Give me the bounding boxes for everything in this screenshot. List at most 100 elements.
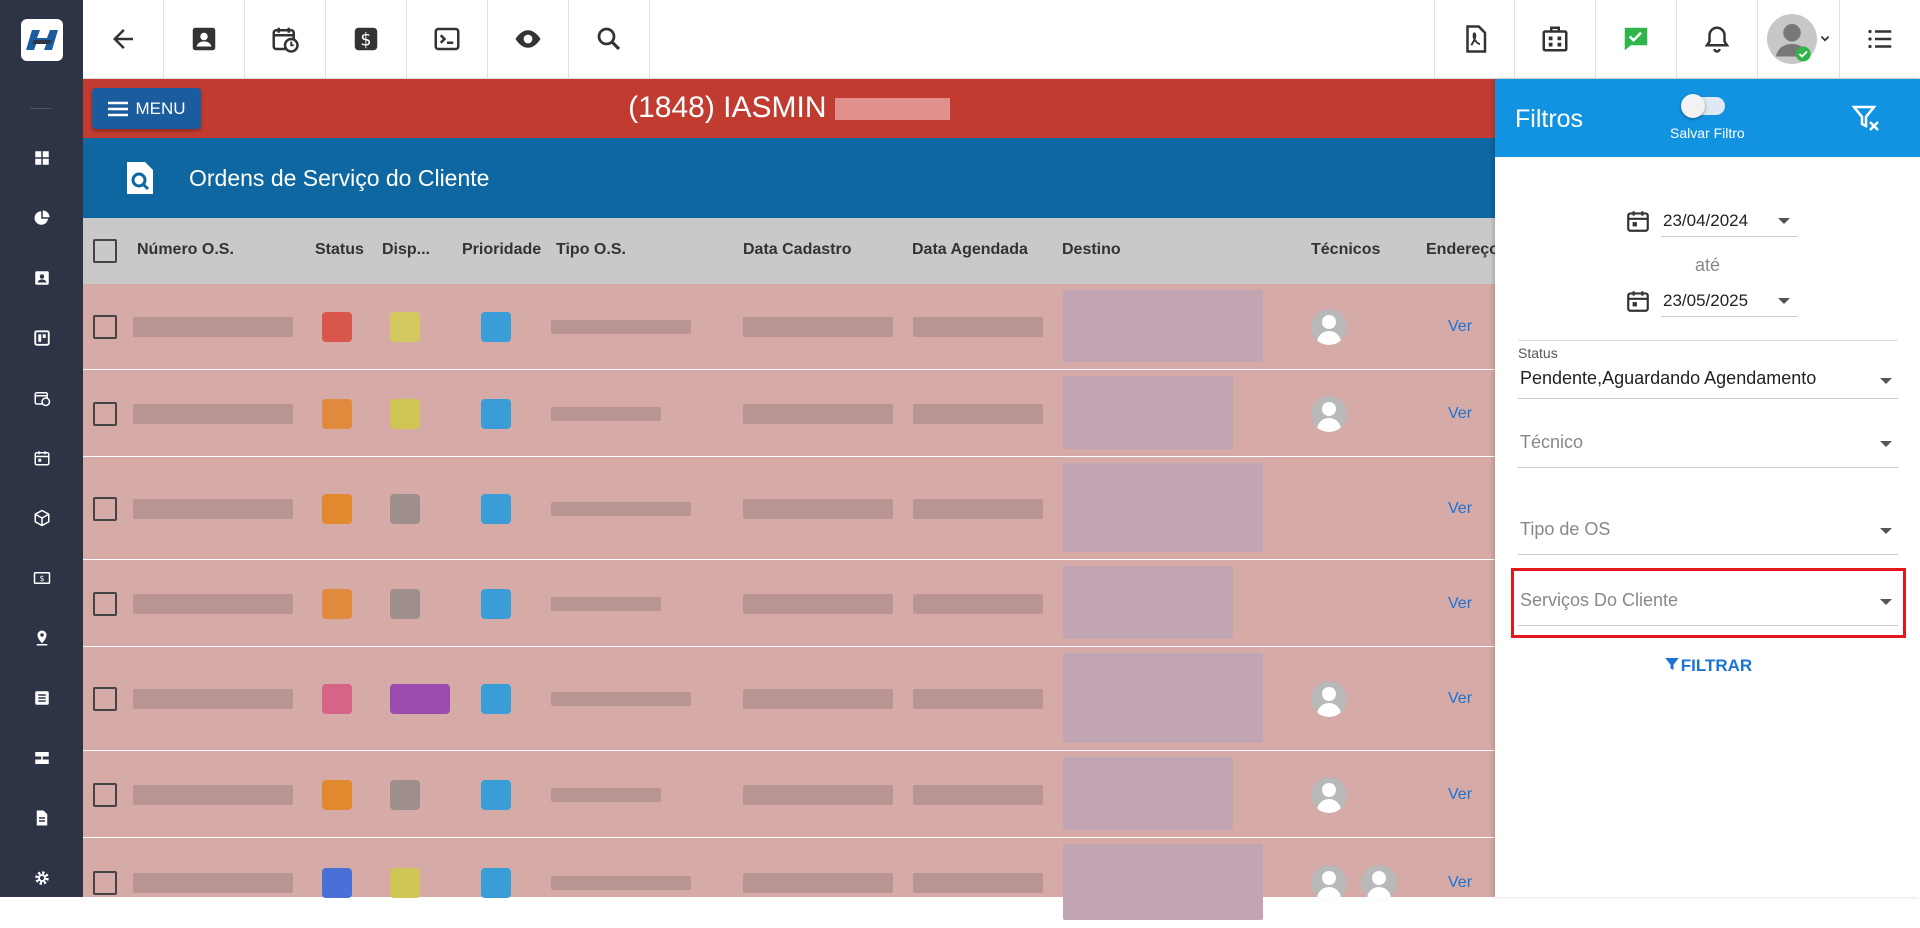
row-checkbox[interactable] bbox=[93, 871, 117, 895]
view-button[interactable] bbox=[488, 0, 569, 78]
date-from-row: 23/04/2024 bbox=[1625, 205, 1798, 237]
sidebar-item-products[interactable] bbox=[0, 498, 83, 538]
ver-link[interactable]: Ver bbox=[1448, 786, 1472, 804]
contact-icon bbox=[34, 271, 49, 285]
search-button[interactable] bbox=[569, 0, 650, 78]
sidebar-item-documents[interactable] bbox=[0, 798, 83, 838]
finance-button[interactable]: $ bbox=[326, 0, 407, 78]
sidebar-item-locations[interactable] bbox=[0, 618, 83, 658]
ver-link[interactable]: Ver bbox=[1448, 500, 1472, 518]
sidebar-item-lists[interactable] bbox=[0, 678, 83, 718]
technician-avatar bbox=[1311, 396, 1347, 432]
data-agendada-redacted bbox=[913, 785, 1043, 805]
disp-indicator bbox=[390, 589, 420, 619]
save-filter-toggle[interactable] bbox=[1681, 94, 1725, 118]
col-tipo-os[interactable]: Tipo O.S. bbox=[556, 241, 626, 259]
filtrar-label: FILTRAR bbox=[1680, 656, 1753, 675]
technician-avatar bbox=[1311, 681, 1347, 717]
table-row[interactable]: Ver bbox=[83, 457, 1495, 560]
ver-link[interactable]: Ver bbox=[1448, 595, 1472, 613]
user-avatar-icon bbox=[1766, 14, 1817, 64]
calendar-icon bbox=[1627, 291, 1649, 312]
list-view-button[interactable] bbox=[1840, 0, 1920, 78]
status-value: Pendente,Aguardando Agendamento bbox=[1520, 368, 1817, 388]
ver-link[interactable]: Ver bbox=[1448, 690, 1472, 708]
table-row[interactable]: Ver bbox=[83, 370, 1495, 457]
company-button[interactable] bbox=[1515, 0, 1596, 78]
data-agendada-redacted bbox=[913, 689, 1043, 709]
sidebar-item-agenda[interactable] bbox=[0, 438, 83, 478]
sidebar-item-servers[interactable] bbox=[0, 738, 83, 778]
col-disp[interactable]: Disp... bbox=[382, 241, 430, 259]
servicos-caret-icon bbox=[1880, 599, 1892, 605]
ver-link[interactable]: Ver bbox=[1448, 405, 1472, 423]
sidebar-item-dashboard[interactable] bbox=[0, 138, 83, 178]
filtrar-button[interactable]: FILTRAR bbox=[1495, 655, 1920, 676]
list-alt-icon bbox=[34, 691, 49, 705]
status-indicator bbox=[322, 589, 352, 619]
back-button[interactable] bbox=[83, 0, 164, 78]
table-row[interactable]: Ver bbox=[83, 751, 1495, 838]
disp-indicator bbox=[390, 684, 450, 714]
status-indicator bbox=[322, 494, 352, 524]
sidebar-item-board[interactable] bbox=[0, 318, 83, 358]
settings-icon bbox=[34, 871, 49, 885]
ver-link[interactable]: Ver bbox=[1448, 318, 1472, 336]
row-checkbox[interactable] bbox=[93, 687, 117, 711]
user-menu-button[interactable] bbox=[1758, 0, 1840, 78]
col-tecnicos[interactable]: Técnicos bbox=[1311, 241, 1380, 259]
pdf-button[interactable] bbox=[1434, 0, 1515, 78]
col-status[interactable]: Status bbox=[315, 241, 364, 259]
notifications-button[interactable] bbox=[1677, 0, 1758, 78]
col-endereco[interactable]: Endereço bbox=[1426, 241, 1499, 259]
technician-avatar bbox=[1311, 309, 1347, 345]
date-from-value: 23/04/2024 bbox=[1663, 210, 1749, 230]
col-destino[interactable]: Destino bbox=[1062, 241, 1121, 259]
col-data-cadastro[interactable]: Data Cadastro bbox=[743, 241, 851, 259]
col-numero-os[interactable]: Número O.S. bbox=[137, 241, 234, 259]
app-logo[interactable] bbox=[0, 0, 83, 79]
tipo-os-select[interactable]: Tipo de OS bbox=[1518, 519, 1898, 555]
ver-link[interactable]: Ver bbox=[1448, 874, 1472, 892]
priority-indicator bbox=[481, 684, 511, 714]
row-checkbox[interactable] bbox=[93, 402, 117, 426]
row-checkbox[interactable] bbox=[93, 497, 117, 521]
row-checkbox[interactable] bbox=[93, 315, 117, 339]
tecnico-select[interactable]: Técnico bbox=[1518, 432, 1898, 468]
table-header: Número O.S. Status Disp... Prioridade Ti… bbox=[83, 218, 1499, 284]
sidebar-item-finance[interactable]: $ bbox=[0, 558, 83, 598]
table-body: Ver Ver Ver Ver Ver Ver Ver bbox=[83, 284, 1495, 928]
table-row[interactable]: Ver bbox=[83, 647, 1495, 751]
sidebar-item-schedule[interactable] bbox=[0, 378, 83, 418]
data-agendada-redacted bbox=[913, 404, 1043, 424]
status-select[interactable]: Status Pendente,Aguardando Agendamento bbox=[1518, 345, 1898, 399]
servicos-cliente-select[interactable]: Serviços Do Cliente bbox=[1518, 590, 1898, 626]
col-data-agendada[interactable]: Data Agendada bbox=[912, 241, 1028, 259]
contact-card-icon bbox=[192, 27, 216, 51]
destino-redacted bbox=[1063, 376, 1233, 449]
approvals-button[interactable] bbox=[1596, 0, 1677, 78]
data-agendada-redacted bbox=[913, 499, 1043, 519]
pie-chart-icon bbox=[34, 210, 49, 225]
table-row[interactable]: Ver bbox=[83, 838, 1495, 928]
sidebar-item-reports[interactable] bbox=[0, 198, 83, 238]
destino-redacted bbox=[1063, 653, 1263, 743]
tipo-os-redacted bbox=[551, 597, 661, 611]
row-checkbox[interactable] bbox=[93, 592, 117, 616]
table-row[interactable]: Ver bbox=[83, 560, 1495, 647]
schedule-button[interactable] bbox=[245, 0, 326, 78]
col-prioridade[interactable]: Prioridade bbox=[462, 241, 541, 259]
table-row[interactable]: Ver bbox=[83, 284, 1495, 370]
sidebar-item-settings[interactable] bbox=[0, 858, 83, 898]
date-from-field[interactable]: 23/04/2024 bbox=[1661, 205, 1798, 237]
terminal-button[interactable] bbox=[407, 0, 488, 78]
eye-icon bbox=[515, 30, 541, 48]
data-cadastro-redacted bbox=[743, 404, 893, 424]
date-to-field[interactable]: 23/05/2025 bbox=[1661, 285, 1798, 317]
clear-filter-icon[interactable] bbox=[1851, 103, 1881, 133]
sidebar-item-clients[interactable] bbox=[0, 258, 83, 298]
contacts-button[interactable] bbox=[164, 0, 245, 78]
select-all-checkbox[interactable] bbox=[93, 239, 117, 263]
row-checkbox[interactable] bbox=[93, 783, 117, 807]
logo-icon bbox=[20, 18, 63, 61]
